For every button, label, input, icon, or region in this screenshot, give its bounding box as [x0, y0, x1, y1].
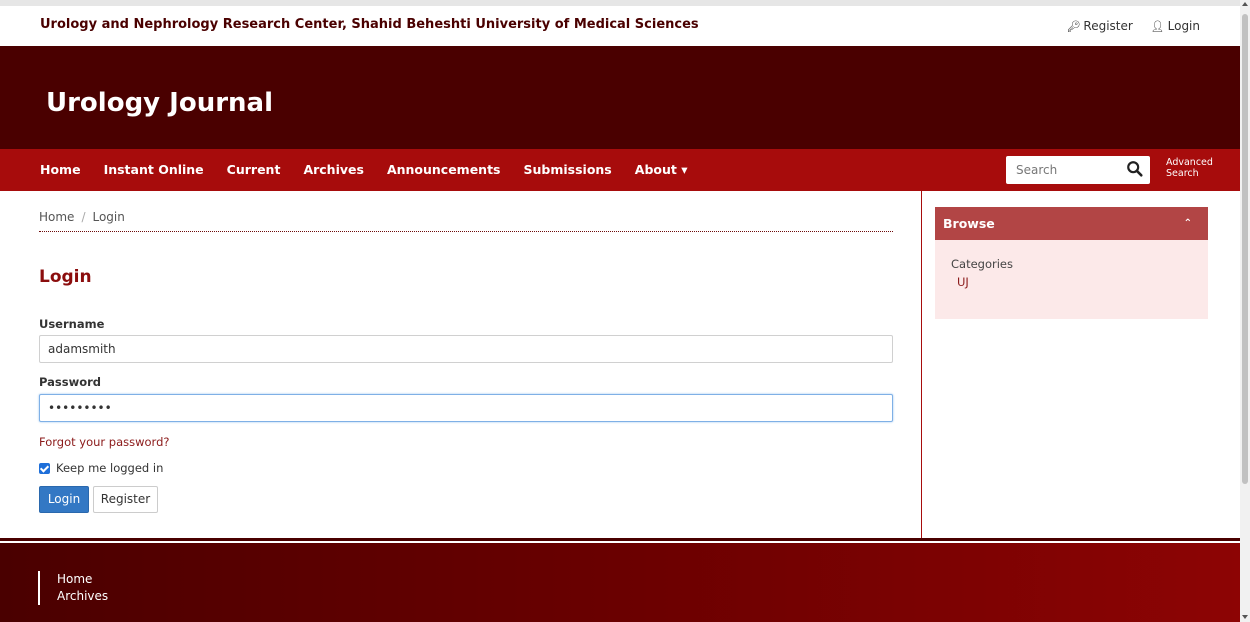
footer: Home Archives: [0, 543, 1240, 622]
search-input[interactable]: [1014, 162, 1118, 178]
browse-panel: Browse ⌃ Categories UJ: [935, 207, 1208, 319]
footer-link-home[interactable]: Home: [57, 571, 108, 588]
scroll-up-icon[interactable]: [1242, 2, 1248, 6]
nav-item-submissions[interactable]: Submissions: [524, 162, 612, 177]
nav-item-current[interactable]: Current: [227, 162, 281, 177]
remember-me-label[interactable]: Keep me logged in: [56, 461, 163, 475]
username-input[interactable]: [39, 335, 893, 363]
sidebar-divider: [921, 191, 922, 538]
browse-header[interactable]: Browse ⌃: [935, 207, 1208, 240]
main-navbar: Home Instant Online Current Archives Ann…: [0, 149, 1240, 191]
main-content: Home / Login Login Username Password Forgo…: [0, 191, 922, 538]
nav-item-about[interactable]: About ▾: [635, 162, 688, 177]
user-nav: 🔑︎ Register 👤︎ Login: [1052, 19, 1200, 33]
browse-title: Browse: [943, 216, 995, 231]
advanced-search-line2: Search: [1166, 168, 1199, 179]
advanced-search-link[interactable]: Advanced Search: [1166, 157, 1213, 179]
search-box: [1006, 156, 1150, 184]
categories-label: Categories: [951, 257, 1013, 271]
login-link[interactable]: 👤︎ Login: [1151, 19, 1200, 33]
login-label: Login: [1167, 19, 1200, 33]
user-icon: 👤︎: [1150, 20, 1165, 33]
password-label: Password: [39, 375, 101, 389]
top-bar: Urology and Nephrology Research Center, …: [0, 0, 1240, 46]
breadcrumb-separator: /: [81, 210, 86, 224]
register-label: Register: [1083, 19, 1133, 33]
password-input[interactable]: [39, 394, 893, 422]
key-icon: 🔑︎: [1066, 20, 1081, 33]
site-name[interactable]: Urology and Nephrology Research Center, …: [40, 17, 699, 32]
footer-nav: Home Archives: [38, 571, 108, 605]
nav-item-archives[interactable]: Archives: [303, 162, 364, 177]
register-button[interactable]: Register: [93, 486, 158, 513]
breadcrumb: Home / Login: [39, 210, 125, 224]
footer-top-border: [0, 538, 1240, 541]
register-link[interactable]: 🔑︎ Register: [1066, 19, 1136, 33]
remember-me-checkbox[interactable]: [39, 462, 50, 474]
nav-item-instant-online[interactable]: Instant Online: [104, 162, 204, 177]
nav-item-home[interactable]: Home: [40, 162, 81, 177]
login-button[interactable]: Login: [39, 486, 89, 513]
journal-banner: Urology Journal: [0, 46, 1240, 149]
nav-menu: Home Instant Online Current Archives Ann…: [40, 162, 710, 177]
scroll-down-icon[interactable]: [1242, 615, 1248, 619]
forgot-password-link[interactable]: Forgot your password?: [39, 435, 169, 449]
page-scrollbar[interactable]: [1240, 0, 1250, 622]
breadcrumb-divider: [39, 231, 893, 232]
breadcrumb-current: Login: [92, 210, 125, 224]
chevron-up-icon[interactable]: ⌃: [1184, 207, 1192, 240]
nav-item-announcements[interactable]: Announcements: [387, 162, 501, 177]
search-icon[interactable]: [1126, 160, 1144, 178]
advanced-search-line1: Advanced: [1166, 157, 1213, 168]
remember-me-row: Keep me logged in: [39, 461, 163, 475]
scrollbar-thumb[interactable]: [1242, 14, 1248, 484]
journal-title[interactable]: Urology Journal: [46, 88, 273, 118]
page-title: Login: [39, 267, 92, 287]
category-link-uj[interactable]: UJ: [957, 275, 969, 289]
footer-link-archives[interactable]: Archives: [57, 588, 108, 605]
username-label: Username: [39, 317, 105, 331]
breadcrumb-home[interactable]: Home: [39, 210, 74, 224]
